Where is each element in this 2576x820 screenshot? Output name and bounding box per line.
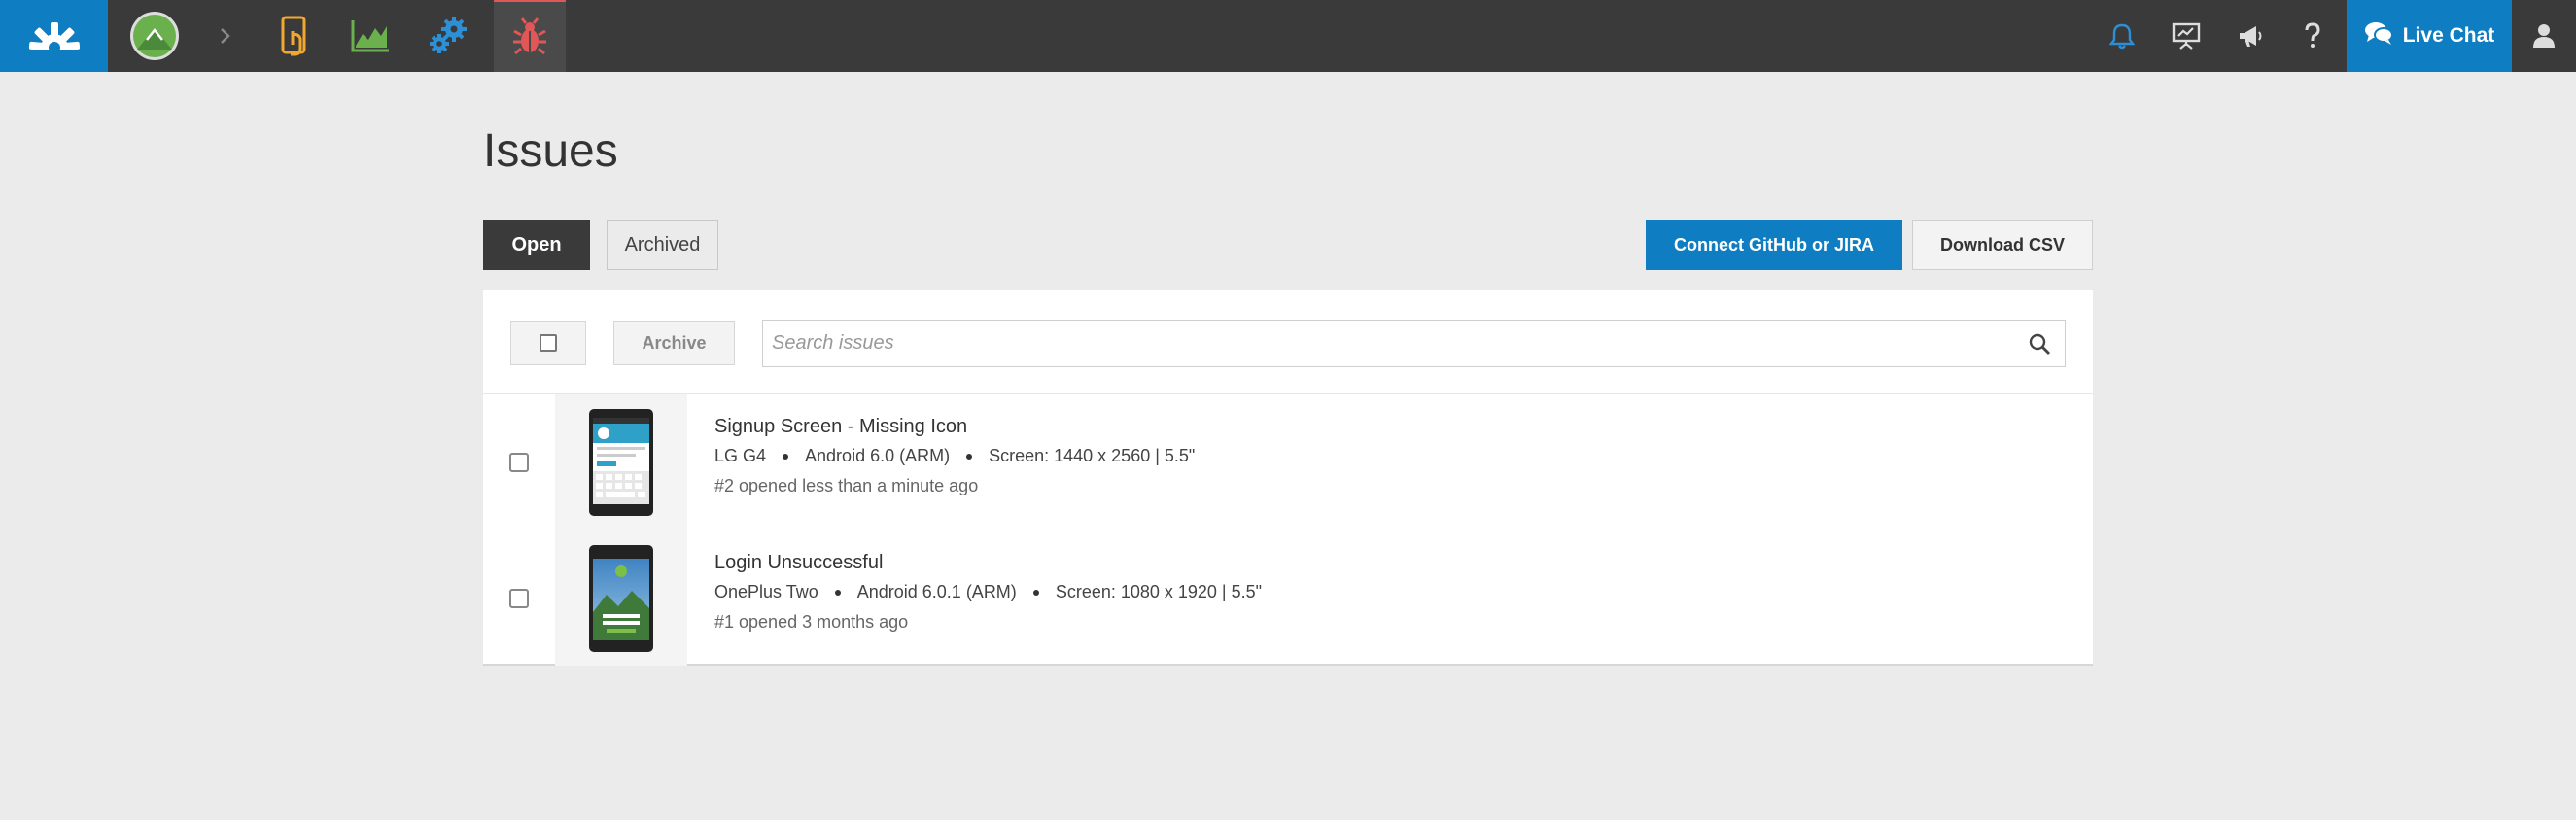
phone-frame [589,409,653,516]
search-box [762,320,2066,367]
touch-phone-icon[interactable] [262,0,327,72]
download-csv-button[interactable]: Download CSV [1912,220,2093,270]
issues-panel: Archive Search issues Signup Screen - Mi… [483,290,2093,666]
tab-archived[interactable]: Archived [607,220,718,270]
issue-screen: Screen: 1080 x 1920 | 5.5" [1055,582,1263,601]
row-checkbox[interactable] [509,589,529,608]
issue-status: #2 opened less than a minute ago [714,476,979,495]
issue-status: #1 opened 3 months ago [714,612,909,632]
help-icon[interactable] [2280,0,2345,72]
presentation-icon[interactable] [2154,0,2218,72]
row-checkbox[interactable] [509,453,529,472]
top-nav-bar: Live Chat [0,0,2576,72]
bullet-icon [834,589,841,596]
bell-icon[interactable] [2090,0,2154,72]
bullet-icon [783,453,789,460]
phone-frame [589,545,653,652]
search-icon[interactable] [2028,332,2051,356]
issue-device-info: OnePlus Two Android 6.0.1 (ARM) Screen: … [714,582,1262,602]
checkbox-icon [540,334,557,352]
phone-screen [593,554,649,640]
issue-title[interactable]: Login Unsuccessful [714,552,1262,574]
archive-button[interactable]: Archive [613,321,735,365]
tab-open[interactable]: Open [483,220,590,270]
issue-os: Android 6.0 (ARM) [805,446,951,465]
table-row[interactable]: Signup Screen - Missing Icon LG G4 Andro… [483,394,2093,530]
issues-toolbar: Archive [483,290,2093,394]
live-chat-label: Live Chat [2402,24,2495,47]
user-icon[interactable] [2512,0,2576,72]
bug-icon[interactable] [494,0,566,72]
issue-device-info: LG G4 Android 6.0 (ARM) Screen: 1440 x 2… [714,446,1195,466]
chevron-right-icon [193,0,258,72]
issue-screenshot-thumbnail[interactable] [555,394,687,530]
page-title: Issues [483,125,618,177]
connect-github-jira-button[interactable]: Connect GitHub or JIRA [1646,220,1902,270]
search-input[interactable] [763,321,2017,366]
select-all-checkbox[interactable] [510,321,586,365]
bullet-icon [966,453,973,460]
live-chat-button[interactable]: Live Chat [2347,0,2512,72]
logo-gear-icon[interactable] [0,0,108,72]
gears-icon[interactable] [416,0,480,72]
issue-title[interactable]: Signup Screen - Missing Icon [714,416,1195,438]
issue-device: LG G4 [714,446,767,465]
chat-icon [2364,20,2393,51]
issue-screenshot-thumbnail[interactable] [555,530,687,666]
issue-screen: Screen: 1440 x 2560 | 5.5" [989,446,1196,465]
table-row[interactable]: Login Unsuccessful OnePlus Two Android 6… [483,530,2093,666]
issue-details: Signup Screen - Missing Icon LG G4 Andro… [714,416,1195,496]
issue-device: OnePlus Two [714,582,818,601]
issue-details: Login Unsuccessful OnePlus Two Android 6… [714,552,1262,632]
phone-screen [593,418,649,504]
megaphone-icon[interactable] [2218,0,2282,72]
issue-os: Android 6.0.1 (ARM) [856,582,1017,601]
chart-icon[interactable] [338,0,402,72]
app-avatar-icon[interactable] [122,0,187,72]
bullet-icon [1032,589,1039,596]
